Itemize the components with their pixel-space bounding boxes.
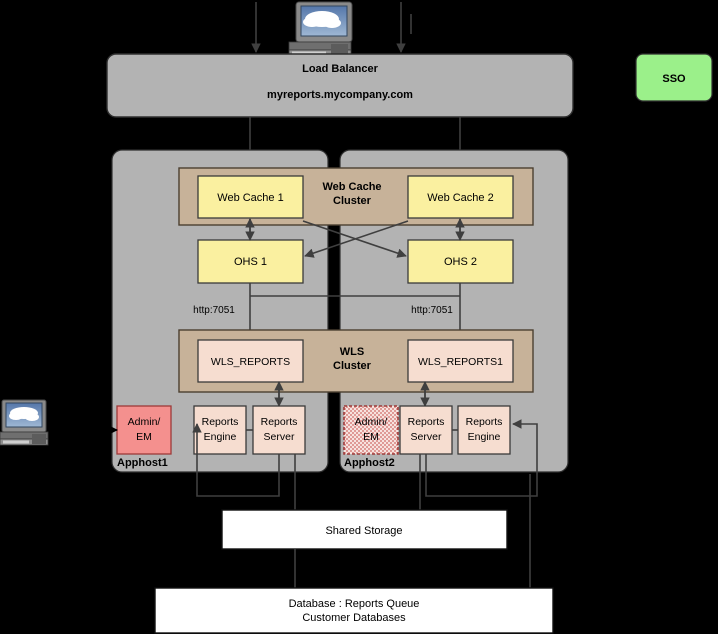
node-ohs-1-label: OHS 1: [234, 256, 267, 268]
node-wls-reports[interactable]: WLS_REPORTS: [197, 339, 304, 383]
port-label-1: http:7051: [193, 305, 235, 316]
node-admin-em-apphost1-label-line2: EM: [136, 431, 152, 443]
node-ohs-2-label: OHS 2: [444, 256, 477, 268]
node-web-cache-1[interactable]: Web Cache 1: [197, 175, 304, 219]
node-wls-reports1[interactable]: WLS_REPORTS1: [407, 339, 514, 383]
node-admin-em-apphost1[interactable]: Admin/ EM: [116, 405, 172, 455]
apphost2-label: Apphost2: [344, 457, 395, 469]
node-reports-server-apphost1-label-line2: Server: [264, 431, 295, 443]
wls-cluster-label-line2: Cluster: [333, 360, 372, 372]
database-label-line2: Customer Databases: [302, 612, 406, 624]
node-admin-em-apphost2-label-line1: Admin/: [355, 416, 388, 428]
load-balancer-hostname: myreports.mycompany.com: [267, 89, 413, 101]
load-balancer-box[interactable]: Load Balancer myreports.mycompany.com: [106, 53, 574, 118]
node-wls-reports-label: WLS_REPORTS: [211, 356, 290, 368]
node-reports-server-apphost2[interactable]: Reports Server: [399, 405, 453, 455]
node-web-cache-2-label: Web Cache 2: [427, 192, 493, 204]
webcache-cluster-label-line1: Web Cache: [322, 181, 381, 193]
shared-storage-box[interactable]: Shared Storage: [221, 509, 508, 550]
load-balancer-title: Load Balancer: [302, 63, 379, 75]
node-reports-engine-apphost1-label-line2: Engine: [204, 431, 237, 443]
sso-label: SSO: [662, 73, 686, 85]
desktop-computer-icon-left: [0, 399, 49, 446]
node-reports-engine-apphost2[interactable]: Reports Engine: [457, 405, 511, 455]
node-admin-em-apphost1-label-line1: Admin/: [128, 416, 161, 428]
database-label-line1: Database : Reports Queue: [289, 598, 420, 610]
webcache-cluster-label-line2: Cluster: [333, 195, 372, 207]
node-admin-em-apphost2[interactable]: Admin/ EM: [343, 405, 399, 455]
architecture-diagram-canvas: Load Balancer myreports.mycompany.com SS…: [0, 0, 718, 634]
node-reports-server-apphost1[interactable]: Reports Server: [252, 405, 306, 455]
node-reports-engine-apphost2-label-line2: Engine: [468, 431, 501, 443]
node-reports-engine-apphost1-label-line1: Reports: [202, 416, 239, 428]
database-box[interactable]: Database : Reports Queue Customer Databa…: [154, 587, 554, 634]
apphost1-label: Apphost1: [117, 457, 168, 469]
node-web-cache-1-label: Web Cache 1: [217, 192, 283, 204]
desktop-computer-icon-top: [288, 1, 353, 57]
node-reports-server-apphost2-label-line2: Server: [411, 431, 442, 443]
sso-box[interactable]: SSO: [635, 53, 713, 102]
node-ohs-1[interactable]: OHS 1: [197, 239, 304, 284]
node-reports-engine-apphost2-label-line1: Reports: [466, 416, 503, 428]
node-reports-server-apphost2-label-line1: Reports: [408, 416, 445, 428]
node-reports-server-apphost1-label-line1: Reports: [261, 416, 298, 428]
node-ohs-2[interactable]: OHS 2: [407, 239, 514, 284]
shared-storage-label: Shared Storage: [325, 525, 402, 537]
port-label-2: http:7051: [411, 305, 453, 316]
node-wls-reports1-label: WLS_REPORTS1: [418, 356, 503, 368]
node-admin-em-apphost2-label-line2: EM: [363, 431, 379, 443]
wls-cluster-label-line1: WLS: [340, 346, 364, 358]
node-web-cache-2[interactable]: Web Cache 2: [407, 175, 514, 219]
node-reports-engine-apphost1[interactable]: Reports Engine: [193, 405, 247, 455]
